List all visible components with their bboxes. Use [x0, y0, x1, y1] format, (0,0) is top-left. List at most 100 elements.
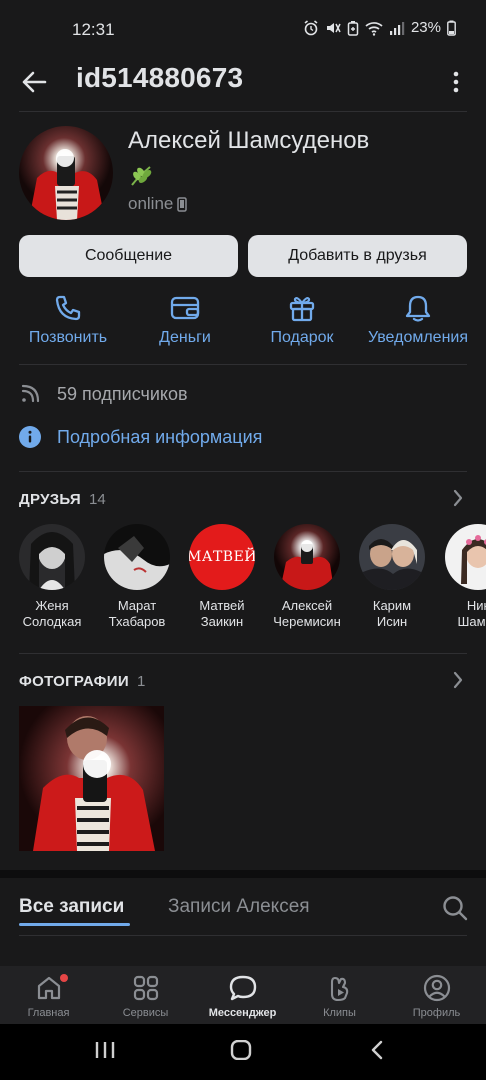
section-separator: [0, 870, 486, 878]
friend-last-name: Черемисин: [273, 614, 341, 629]
action-row: Позвонить Деньги Подарок Уведомления: [0, 292, 486, 352]
friend-avatar: [445, 524, 486, 590]
wall-tabs: Все записи Записи Алексея: [0, 880, 486, 936]
tab-author-posts[interactable]: Записи Алексея: [168, 896, 310, 918]
rss-icon: [21, 384, 40, 403]
status-time: 12:31: [72, 20, 115, 39]
clips-icon: [330, 976, 348, 1002]
app-bar: id514880673: [0, 60, 486, 110]
chevron-right-icon: [453, 671, 463, 689]
photos-count: 1: [136, 672, 146, 690]
wall-search-button[interactable]: [442, 895, 468, 926]
page-title: id514880673: [76, 62, 244, 93]
gift-label: Подарок: [270, 329, 334, 346]
friends-header[interactable]: ДРУЗЬЯ 14: [19, 487, 467, 511]
battery-level: 23%: [410, 19, 441, 36]
arrow-left-icon: [22, 71, 47, 93]
back-button[interactable]: [18, 66, 50, 98]
friend-first-name: Женя: [35, 598, 69, 613]
nav-clips-label: Клипы: [323, 1007, 356, 1019]
back-nav-button[interactable]: [370, 1040, 384, 1065]
chevron-left-icon: [371, 1040, 383, 1060]
system-nav-bar: [0, 1024, 486, 1080]
nav-services-label: Сервисы: [122, 1007, 169, 1019]
gift-icon: [289, 297, 315, 322]
active-tab-indicator: [19, 923, 130, 926]
money-action[interactable]: Деньги: [125, 292, 245, 347]
notification-dot: [59, 974, 68, 982]
friend-avatar: [104, 524, 170, 590]
friend-item[interactable]: Карим Исин: [348, 524, 436, 630]
money-label: Деньги: [159, 329, 211, 346]
nav-home[interactable]: Главная: [0, 973, 97, 1019]
bell-icon: [405, 295, 431, 322]
battery-icon: [447, 20, 456, 36]
photo-thumbnail[interactable]: [19, 706, 164, 851]
mute-icon: [326, 22, 341, 33]
nav-clips[interactable]: Клипы: [291, 973, 388, 1019]
notifications-label: Уведомления: [367, 329, 469, 346]
friend-first-name: Алексей: [281, 598, 333, 613]
friends-list: Женя Солодкая Марат Тхабаров МАТВЕЙ Матв…: [0, 524, 486, 634]
gift-action[interactable]: Подарок: [242, 292, 362, 347]
status-bar: 12:31 23%: [0, 0, 486, 60]
alarm-icon: [304, 19, 318, 35]
friend-first-name: Матвей: [199, 598, 245, 613]
bottom-nav: Главная Сервисы Мессенджер Клипы Профиль: [0, 966, 486, 1024]
add-friend-button[interactable]: Добавить в друзья: [248, 235, 467, 277]
friend-first-name: Карим: [372, 598, 412, 613]
friend-last-name: Шамсу: [457, 614, 486, 629]
photos-header[interactable]: ФОТОГРАФИИ 1: [19, 669, 467, 693]
more-vertical-icon: [453, 71, 459, 93]
friend-avatar: МАТВЕЙ: [189, 524, 255, 590]
phone-icon: [55, 295, 81, 321]
friend-avatar-text: МАТВЕЙ: [189, 549, 255, 565]
subscribers-count: 59 подписчиков: [57, 383, 188, 404]
status-emoji[interactable]: [128, 163, 154, 189]
friends-count: 14: [89, 490, 106, 508]
online-status: online: [128, 194, 188, 214]
status-icons: 23%: [303, 19, 456, 36]
divider: [19, 364, 467, 365]
leaf-icon: [131, 166, 152, 186]
details-label: Подробная информация: [57, 426, 263, 447]
info-icon: [19, 426, 41, 448]
nav-services[interactable]: Сервисы: [97, 973, 194, 1019]
details-link[interactable]: Подробная информация: [19, 426, 262, 448]
friend-item[interactable]: Марат Тхабаров: [93, 524, 181, 630]
tab-all-posts[interactable]: Все записи: [19, 896, 124, 918]
friend-item[interactable]: МАТВЕЙ Матвей Заикин: [178, 524, 266, 630]
recent-apps-button[interactable]: [94, 1040, 116, 1065]
photos-title: ФОТОГРАФИИ: [19, 672, 129, 690]
friend-item[interactable]: Ник Шамсу: [434, 524, 486, 630]
message-button[interactable]: Сообщение: [19, 235, 238, 277]
friend-last-name: Солодкая: [22, 614, 82, 629]
divider: [19, 653, 467, 654]
recent-apps-icon: [95, 1042, 115, 1058]
friend-first-name: Ник: [466, 598, 486, 613]
online-label: online: [128, 194, 174, 213]
services-icon: [133, 975, 158, 1001]
call-label: Позвонить: [28, 329, 108, 346]
nav-profile-label: Профиль: [412, 1007, 461, 1019]
friends-title: ДРУЗЬЯ: [19, 490, 82, 508]
friend-item[interactable]: Женя Солодкая: [8, 524, 96, 630]
home-button[interactable]: [230, 1039, 252, 1065]
notifications-action[interactable]: Уведомления: [358, 292, 478, 347]
avatar[interactable]: [19, 126, 113, 220]
friend-last-name: Заикин: [200, 614, 244, 629]
subscribers-row[interactable]: 59 подписчиков: [19, 383, 188, 405]
friend-avatar: [359, 524, 425, 590]
messenger-icon: [229, 975, 256, 1001]
friend-avatar: [19, 524, 85, 590]
friend-last-name: Тхабаров: [108, 614, 166, 629]
nav-profile[interactable]: Профиль: [388, 973, 485, 1019]
friend-avatar: [274, 524, 340, 590]
nav-messenger[interactable]: Мессенджер: [194, 973, 291, 1019]
more-button[interactable]: [444, 66, 468, 98]
wallet-icon: [170, 296, 200, 320]
friend-item[interactable]: Алексей Черемисин: [263, 524, 351, 630]
chevron-right-icon: [453, 489, 463, 507]
call-action[interactable]: Позвонить: [8, 292, 128, 347]
nav-messenger-label: Мессенджер: [208, 1007, 277, 1019]
